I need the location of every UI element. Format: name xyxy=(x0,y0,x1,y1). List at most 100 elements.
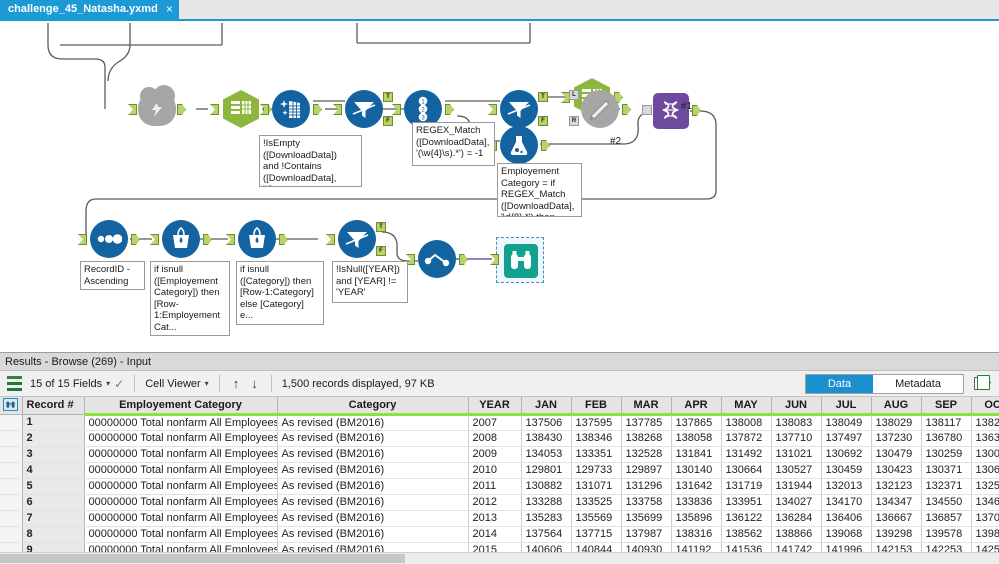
table-cell[interactable]: 140930 xyxy=(621,542,672,552)
table-cell[interactable]: 00000000 Total nonfarm All Employees (in… xyxy=(84,526,278,543)
output-port[interactable] xyxy=(692,105,701,116)
tab-data[interactable]: Data xyxy=(805,374,874,393)
tool-download[interactable] xyxy=(128,85,186,128)
table-cell[interactable]: 135569 xyxy=(571,510,622,527)
table-cell[interactable]: 137497 xyxy=(821,430,872,447)
tool-filter-1[interactable]: T F xyxy=(333,90,393,128)
table-row[interactable]: 900000000 Total nonfarm All Employees (i… xyxy=(0,542,999,552)
table-cell[interactable]: 130371 xyxy=(921,462,972,479)
tool-browse[interactable] xyxy=(490,242,540,280)
table-row[interactable]: 800000000 Total nonfarm All Employees (i… xyxy=(0,526,999,543)
cell-viewer-selector[interactable]: Cell Viewer ▾ xyxy=(142,378,211,390)
table-cell[interactable]: 142153 xyxy=(871,542,922,552)
table-cell[interactable]: 138049 xyxy=(821,414,872,431)
record-number-cell[interactable]: 6 xyxy=(22,494,85,511)
record-number-cell[interactable]: 3 xyxy=(22,446,85,463)
fields-selector[interactable]: 15 of 15 Fields ▾ ✓ xyxy=(27,377,127,391)
output-port[interactable] xyxy=(131,234,140,245)
table-cell[interactable]: 132528 xyxy=(621,446,672,463)
record-number-cell[interactable]: 8 xyxy=(22,526,85,543)
table-cell[interactable]: 134170 xyxy=(821,494,872,511)
tool-data-cleansing[interactable] xyxy=(260,90,322,128)
table-cell[interactable]: 00000000 Total nonfarm All Employees (in… xyxy=(84,414,278,431)
table-cell[interactable]: 129733 xyxy=(571,462,622,479)
column-header-mar[interactable]: MAR xyxy=(621,397,672,416)
table-cell[interactable]: 138008 xyxy=(721,414,772,431)
column-header-aug[interactable]: AUG xyxy=(871,397,922,416)
column-header-record[interactable]: Record # xyxy=(22,397,85,415)
table-cell[interactable]: 131719 xyxy=(721,478,772,495)
table-cell[interactable]: 2013 xyxy=(468,510,522,527)
column-header-may[interactable]: MAY xyxy=(721,397,772,416)
copy-button[interactable]: ▾ xyxy=(973,375,995,390)
check-icon[interactable]: ✓ xyxy=(114,377,124,391)
table-cell[interactable]: 2010 xyxy=(468,462,522,479)
scroll-down-button[interactable]: ↓ xyxy=(245,376,264,391)
record-number-cell[interactable]: 4 xyxy=(22,462,85,479)
table-cell[interactable]: 00000000 Total nonfarm All Employees (in… xyxy=(84,462,278,479)
table-cell[interactable]: As revised (BM2016) xyxy=(277,446,469,463)
column-header-jan[interactable]: JAN xyxy=(521,397,572,416)
data-metadata-toggle[interactable]: Data Metadata xyxy=(804,373,964,394)
table-cell[interactable]: 138346 xyxy=(571,430,622,447)
table-cell[interactable]: As revised (BM2016) xyxy=(277,462,469,479)
table-row[interactable]: 500000000 Total nonfarm All Employees (i… xyxy=(0,478,999,495)
table-cell[interactable]: 130140 xyxy=(671,462,722,479)
table-cell[interactable]: 138268 xyxy=(621,430,672,447)
output-port[interactable] xyxy=(177,104,186,115)
tool-multirow-1[interactable] xyxy=(150,220,212,258)
table-cell[interactable]: 130692 xyxy=(821,446,872,463)
record-number-cell[interactable]: 7 xyxy=(22,510,85,527)
workflow-canvas[interactable]: T F 1 2 3 T F L R #1 #2 T F !IsEmpty ([D… xyxy=(0,21,999,352)
tab-metadata[interactable]: Metadata xyxy=(873,374,963,393)
table-cell[interactable]: 130053 xyxy=(971,446,999,463)
output-port[interactable] xyxy=(459,254,468,265)
table-cell[interactable]: 138207 xyxy=(971,414,999,431)
table-cell[interactable]: 130423 xyxy=(871,462,922,479)
close-icon[interactable]: × xyxy=(166,3,173,15)
table-cell[interactable]: 129897 xyxy=(621,462,672,479)
scrollbar-thumb[interactable] xyxy=(0,554,405,563)
table-cell[interactable]: 138430 xyxy=(521,430,572,447)
table-cell[interactable]: 136122 xyxy=(721,510,772,527)
output-port[interactable] xyxy=(541,140,550,151)
table-cell[interactable]: 134347 xyxy=(871,494,922,511)
table-cell[interactable]: 136406 xyxy=(821,510,872,527)
table-cell[interactable]: As revised (BM2016) xyxy=(277,430,469,447)
table-cell[interactable]: 137564 xyxy=(521,526,572,543)
input-port[interactable] xyxy=(226,234,235,245)
table-cell[interactable]: 137066 xyxy=(971,510,999,527)
table-cell[interactable]: 2009 xyxy=(468,446,522,463)
table-cell[interactable]: 130882 xyxy=(521,478,572,495)
tool-join[interactable]: L R xyxy=(569,88,631,130)
table-cell[interactable]: As revised (BM2016) xyxy=(277,414,469,431)
table-cell[interactable]: 131492 xyxy=(721,446,772,463)
table-cell[interactable]: 133758 xyxy=(621,494,672,511)
table-row[interactable]: 400000000 Total nonfarm All Employees (i… xyxy=(0,462,999,479)
table-cell[interactable]: 129801 xyxy=(521,462,572,479)
false-output-port[interactable]: F xyxy=(376,246,386,256)
column-header-year[interactable]: YEAR xyxy=(468,397,522,416)
table-cell[interactable]: 00000000 Total nonfarm All Employees (in… xyxy=(84,478,278,495)
table-cell[interactable]: 131841 xyxy=(671,446,722,463)
table-cell[interactable]: 130527 xyxy=(771,462,822,479)
horizontal-scrollbar[interactable] xyxy=(0,552,999,564)
table-cell[interactable]: 00000000 Total nonfarm All Employees (in… xyxy=(84,510,278,527)
record-number-cell[interactable]: 2 xyxy=(22,430,85,447)
table-cell[interactable]: 132588 xyxy=(971,478,999,495)
column-header-apr[interactable]: APR xyxy=(671,397,722,416)
input-port[interactable] xyxy=(78,234,87,245)
table-cell[interactable]: 138058 xyxy=(671,430,722,447)
table-cell[interactable]: 131642 xyxy=(671,478,722,495)
results-table-container[interactable]: Record # Employement Category Category YEAR… xyxy=(0,397,999,552)
true-output-port[interactable]: T xyxy=(538,92,548,102)
table-cell[interactable]: 130633 xyxy=(971,462,999,479)
table-row[interactable]: 700000000 Total nonfarm All Employees (i… xyxy=(0,510,999,527)
true-output-port[interactable]: T xyxy=(376,222,386,232)
output-port[interactable] xyxy=(203,234,212,245)
table-cell[interactable]: 131296 xyxy=(621,478,672,495)
table-cell[interactable]: 2012 xyxy=(468,494,522,511)
table-cell[interactable]: 134027 xyxy=(771,494,822,511)
input-port[interactable] xyxy=(333,104,342,115)
table-cell[interactable]: 130664 xyxy=(721,462,772,479)
